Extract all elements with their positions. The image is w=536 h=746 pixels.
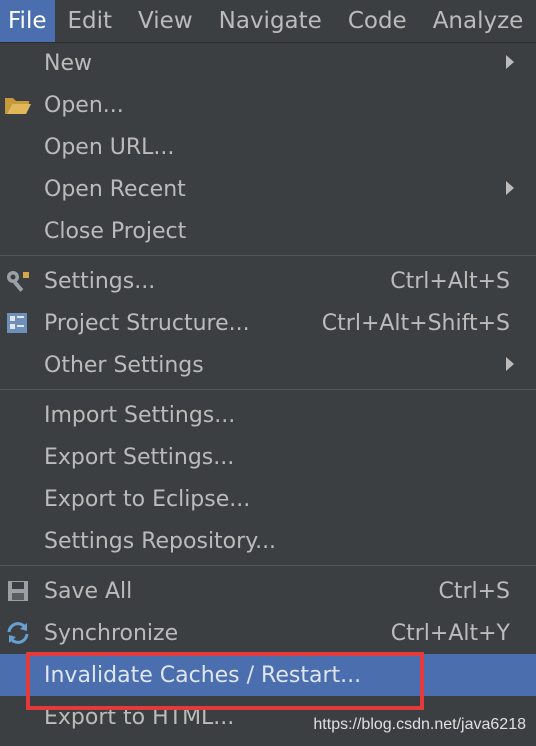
- file-menu-dropdown: New Open... Open URL... Open Recent Clos…: [0, 42, 536, 738]
- menu-item-shortcut: Ctrl+S: [438, 578, 510, 604]
- menu-item-label: Open...: [44, 92, 124, 118]
- menu-item-label: Open Recent: [44, 176, 186, 202]
- submenu-arrow-icon: [506, 357, 514, 371]
- wrench-icon: [4, 269, 32, 293]
- menu-edit[interactable]: Edit: [55, 0, 126, 42]
- menu-item-shortcut: Ctrl+Alt+S: [390, 268, 510, 294]
- menu-item-label: Synchronize: [44, 620, 179, 646]
- menu-item-import-settings[interactable]: Import Settings...: [0, 394, 536, 436]
- menu-navigate[interactable]: Navigate: [206, 0, 335, 42]
- menu-separator: [0, 562, 536, 570]
- menu-analyze[interactable]: Analyze: [420, 0, 536, 42]
- menu-bar: File Edit View Navigate Code Analyze: [0, 0, 536, 43]
- menu-item-settings[interactable]: Settings... Ctrl+Alt+S: [0, 260, 536, 302]
- menu-item-new[interactable]: New: [0, 42, 536, 84]
- sync-icon: [4, 621, 32, 645]
- menu-item-open-url[interactable]: Open URL...: [0, 126, 536, 168]
- folder-icon: [4, 93, 32, 117]
- submenu-arrow-icon: [506, 181, 514, 195]
- menu-separator: [0, 252, 536, 260]
- project-structure-icon: [4, 311, 32, 335]
- menu-item-export-eclipse[interactable]: Export to Eclipse...: [0, 478, 536, 520]
- menu-item-save-all[interactable]: Save All Ctrl+S: [0, 570, 536, 612]
- menu-item-label: Import Settings...: [44, 402, 236, 428]
- highlight-annotation-box: [26, 652, 424, 710]
- menu-item-label: Export Settings...: [44, 444, 235, 470]
- menu-item-label: Open URL...: [44, 134, 175, 160]
- menu-item-label: Export to Eclipse...: [44, 486, 251, 512]
- menu-item-label: Settings...: [44, 268, 156, 294]
- menu-item-label: New: [44, 50, 92, 76]
- menu-item-open[interactable]: Open...: [0, 84, 536, 126]
- menu-item-shortcut: Ctrl+Alt+Shift+S: [321, 310, 510, 336]
- submenu-arrow-icon: [506, 55, 514, 69]
- menu-file[interactable]: File: [0, 0, 55, 42]
- menu-item-settings-repository[interactable]: Settings Repository...: [0, 520, 536, 562]
- menu-item-shortcut: Ctrl+Alt+Y: [390, 620, 510, 646]
- menu-item-other-settings[interactable]: Other Settings: [0, 344, 536, 386]
- menu-item-close-project[interactable]: Close Project: [0, 210, 536, 252]
- menu-separator: [0, 386, 536, 394]
- watermark-text: https://blog.csdn.net/java6218: [313, 716, 526, 733]
- menu-item-export-settings[interactable]: Export Settings...: [0, 436, 536, 478]
- menu-view[interactable]: View: [125, 0, 206, 42]
- menu-item-label: Other Settings: [44, 352, 204, 378]
- menu-item-label: Project Structure...: [44, 310, 250, 336]
- menu-item-label: Save All: [44, 578, 133, 604]
- menu-code[interactable]: Code: [335, 0, 420, 42]
- menu-item-open-recent[interactable]: Open Recent: [0, 168, 536, 210]
- menu-item-project-structure[interactable]: Project Structure... Ctrl+Alt+Shift+S: [0, 302, 536, 344]
- menu-item-label: Close Project: [44, 218, 187, 244]
- save-icon: [4, 579, 32, 603]
- menu-item-synchronize[interactable]: Synchronize Ctrl+Alt+Y: [0, 612, 536, 654]
- menu-item-label: Settings Repository...: [44, 528, 277, 554]
